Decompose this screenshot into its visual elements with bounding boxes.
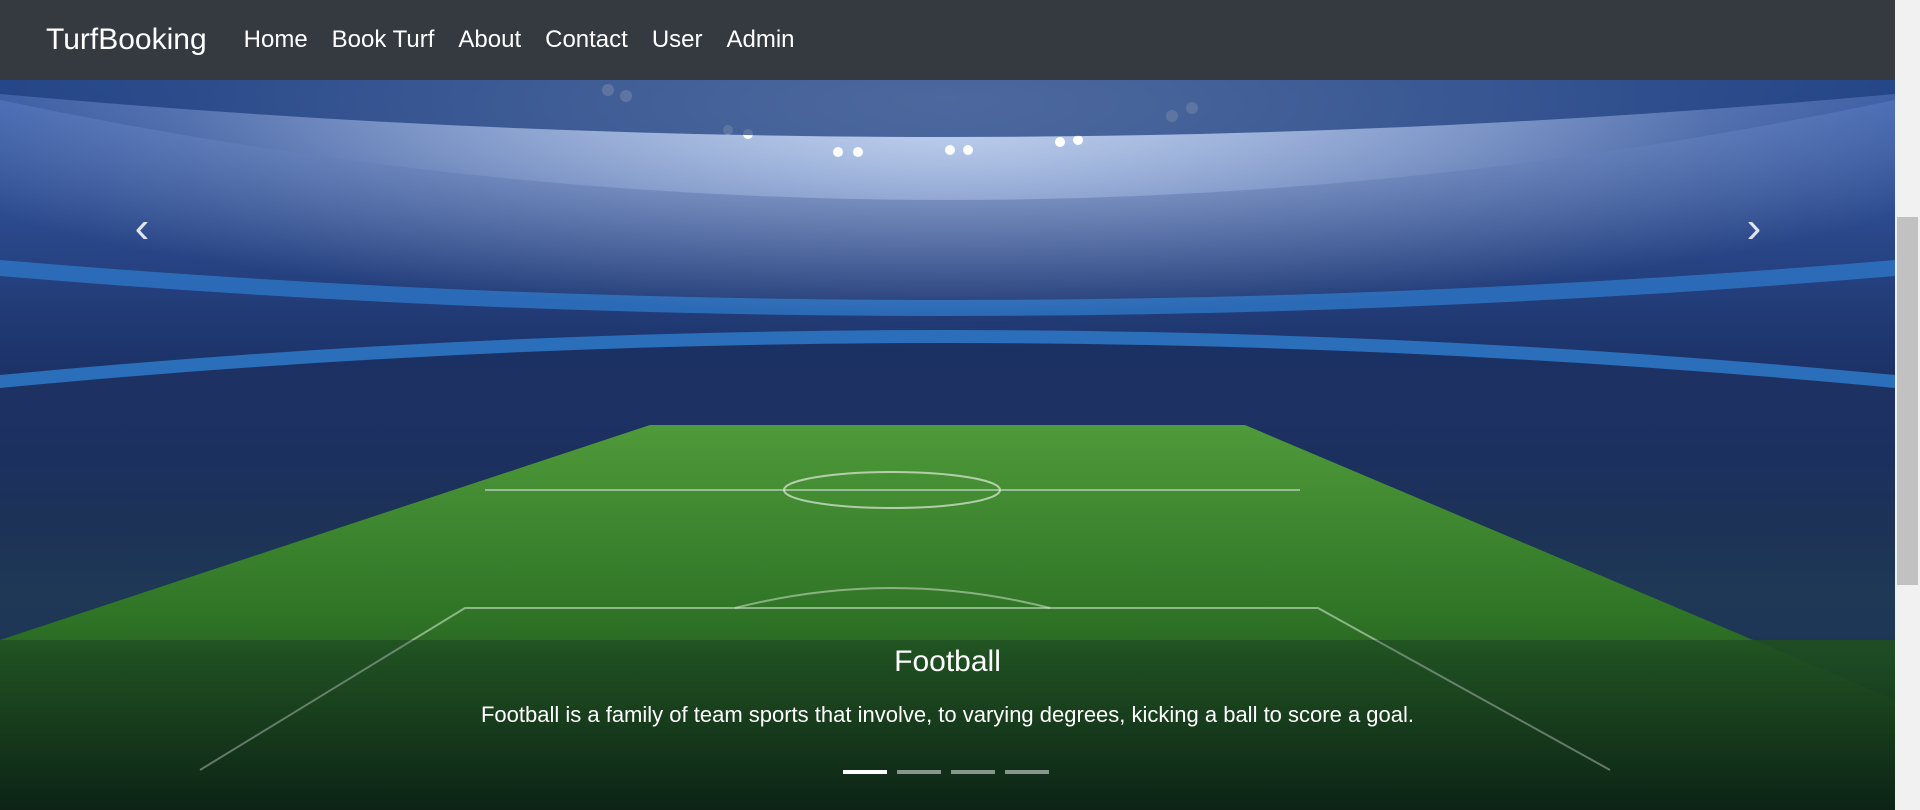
caption-text: Football is a family of team sports that… xyxy=(480,702,1414,727)
carousel-caption: Football Football is a family of team sp… xyxy=(0,645,1895,728)
carousel-indicators xyxy=(843,770,1049,774)
page-scrollbar[interactable] xyxy=(1895,0,1920,810)
nav-link-book-turf[interactable]: Book Turf xyxy=(332,26,435,54)
chevron-left-icon: ‹ xyxy=(134,203,150,252)
carousel-indicator-2[interactable] xyxy=(897,770,941,774)
nav-link-home[interactable]: Home xyxy=(244,26,308,54)
caption-title: Football xyxy=(894,645,1001,678)
nav-link-about[interactable]: About xyxy=(458,26,521,54)
hero-carousel: ‹ › Football Football is a family of tea… xyxy=(0,80,1895,810)
top-navbar: TurfBooking Home Book Turf About Contact… xyxy=(0,0,1895,80)
scrollbar-thumb[interactable] xyxy=(1897,217,1918,585)
nav-links: Home Book Turf About Contact User Admin xyxy=(244,26,819,54)
carousel-indicator-1[interactable] xyxy=(843,770,887,774)
carousel-next-button[interactable]: › xyxy=(1734,198,1774,258)
chevron-right-icon: › xyxy=(1746,203,1762,252)
carousel-prev-button[interactable]: ‹ xyxy=(122,198,162,258)
nav-link-contact[interactable]: Contact xyxy=(545,26,628,54)
nav-link-user[interactable]: User xyxy=(652,26,703,54)
carousel-indicator-3[interactable] xyxy=(951,770,995,774)
brand-link[interactable]: TurfBooking xyxy=(46,23,207,57)
nav-link-admin[interactable]: Admin xyxy=(727,26,795,54)
carousel-indicator-4[interactable] xyxy=(1005,770,1049,774)
